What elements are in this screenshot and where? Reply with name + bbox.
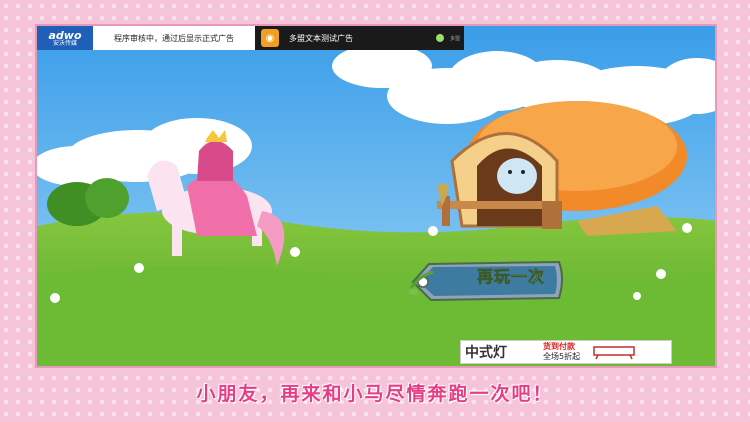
top-ad-banner[interactable]: adwo 安沃传媒 程序审核中，通过后显示正式广告 ◉ 多盟文本测试广告 多盟: [37, 26, 464, 50]
bottom-ad-promo-line2: 全场5折起: [543, 352, 581, 361]
bottom-ad-title: 中式灯: [465, 345, 507, 361]
status-dot-icon: [435, 34, 444, 42]
bottom-ad-promo-line1: 货到付款: [543, 342, 575, 352]
caption-text: 小朋友，再来和小马尽情奔跑一次吧！: [196, 383, 554, 405]
ad-test-text: 多盟文本测试广告: [289, 33, 353, 43]
bottom-ad-promo: 货到付款 全场5折起: [543, 342, 580, 361]
ad-review-text: 程序审核中，通过后显示正式广告: [93, 26, 255, 50]
scene-background: [37, 26, 715, 366]
lamp-icon: [593, 346, 635, 360]
ad-tiny-label: 多盟: [449, 35, 460, 42]
rss-icon: ◉: [261, 29, 279, 47]
ad-brand-sub: 安沃传媒: [52, 39, 77, 47]
ad-logo: adwo 安沃传媒: [37, 26, 93, 50]
ad-brand: adwo: [48, 28, 82, 42]
game-scene: adwo 安沃传媒 程序审核中，通过后显示正式广告 ◉ 多盟文本测试广告 多盟 …: [35, 24, 717, 368]
bottom-ad-banner[interactable]: 中式灯 货到付款 全场5折起: [460, 340, 672, 364]
replay-button-label[interactable]: 再玩一次: [461, 263, 561, 287]
